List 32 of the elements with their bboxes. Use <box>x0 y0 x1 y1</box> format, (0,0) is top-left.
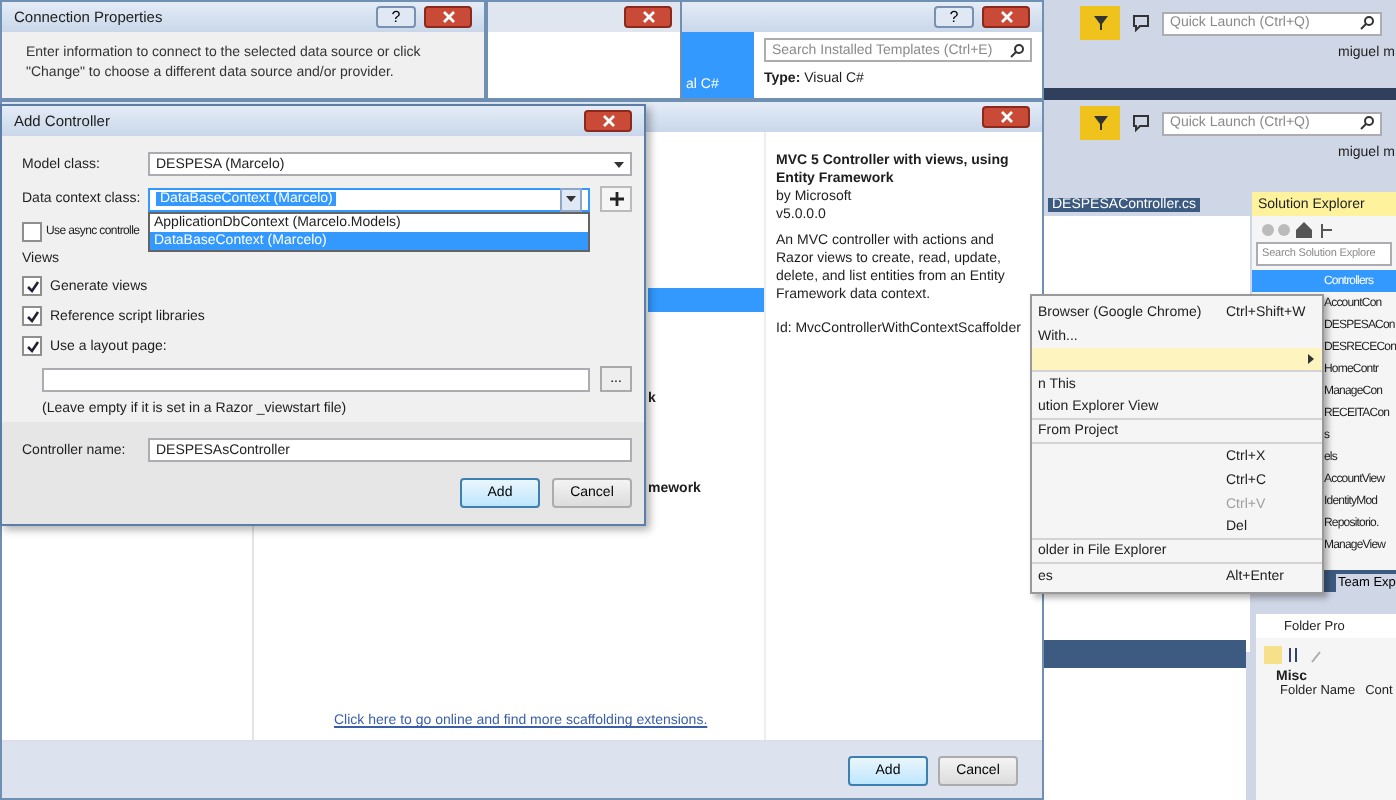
search-icon <box>1360 16 1374 30</box>
close-button[interactable] <box>982 6 1030 28</box>
plus-icon <box>609 192 623 206</box>
feedback-icon[interactable] <box>1132 114 1150 132</box>
layout-path-field[interactable] <box>42 367 590 391</box>
close-button[interactable] <box>584 110 632 132</box>
help-button[interactable]: ? <box>376 6 416 28</box>
filter-icon <box>1093 116 1107 130</box>
close-icon <box>641 10 655 24</box>
feedback-icon[interactable] <box>1132 14 1150 32</box>
checkbox[interactable] <box>22 276 42 296</box>
close-icon <box>601 114 615 128</box>
filter-button[interactable] <box>1080 106 1120 140</box>
filter-button[interactable] <box>1080 6 1120 40</box>
caret-icon <box>566 196 576 202</box>
submenu-arrow-icon <box>1308 354 1314 364</box>
close-button[interactable] <box>424 6 472 28</box>
checkbox[interactable] <box>22 306 42 326</box>
add-button[interactable] <box>600 186 632 212</box>
close-icon <box>441 10 455 24</box>
close-button[interactable] <box>624 6 672 28</box>
close-icon <box>999 110 1013 124</box>
toolbar-icons-drawing[interactable] <box>1264 645 1324 663</box>
close-icon <box>999 10 1013 24</box>
checkbox[interactable] <box>22 336 42 356</box>
filter-icon <box>1093 16 1107 30</box>
caret-icon <box>614 161 624 167</box>
checkbox[interactable] <box>22 222 42 242</box>
search-icon <box>1010 43 1024 57</box>
close-button[interactable] <box>982 106 1030 128</box>
search-icon <box>1360 116 1374 130</box>
help-button[interactable]: ? <box>934 6 974 28</box>
